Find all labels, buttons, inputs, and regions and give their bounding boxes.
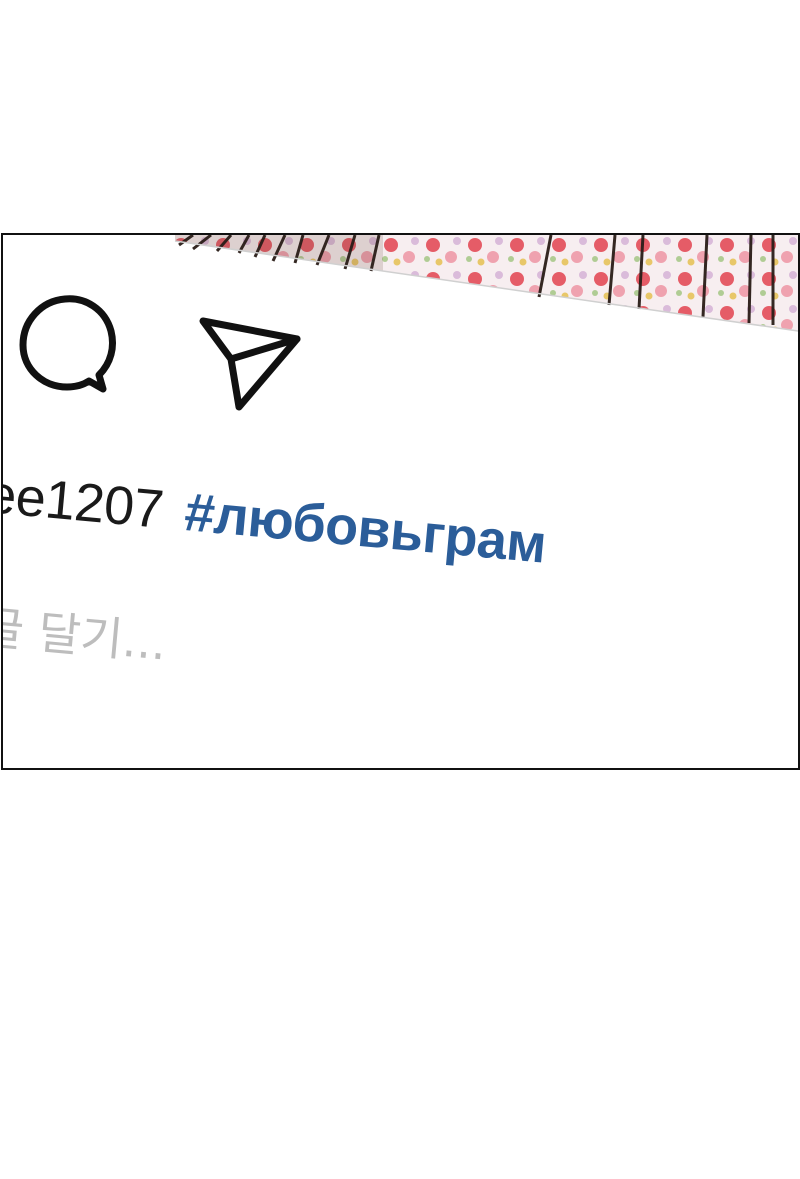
username[interactable]: ee1207 (3, 464, 166, 540)
comment-icon[interactable] (17, 291, 117, 401)
post-photo[interactable] (3, 235, 798, 345)
post-panel: ee1207 #любовьграм 글 달기... (1, 233, 800, 770)
post-caption: ee1207 #любовьграм (3, 464, 549, 575)
hashtag-link[interactable]: #любовьграм (182, 482, 548, 575)
paper-plane-icon[interactable] (195, 313, 307, 413)
add-comment-input[interactable]: 글 달기... (3, 591, 170, 674)
